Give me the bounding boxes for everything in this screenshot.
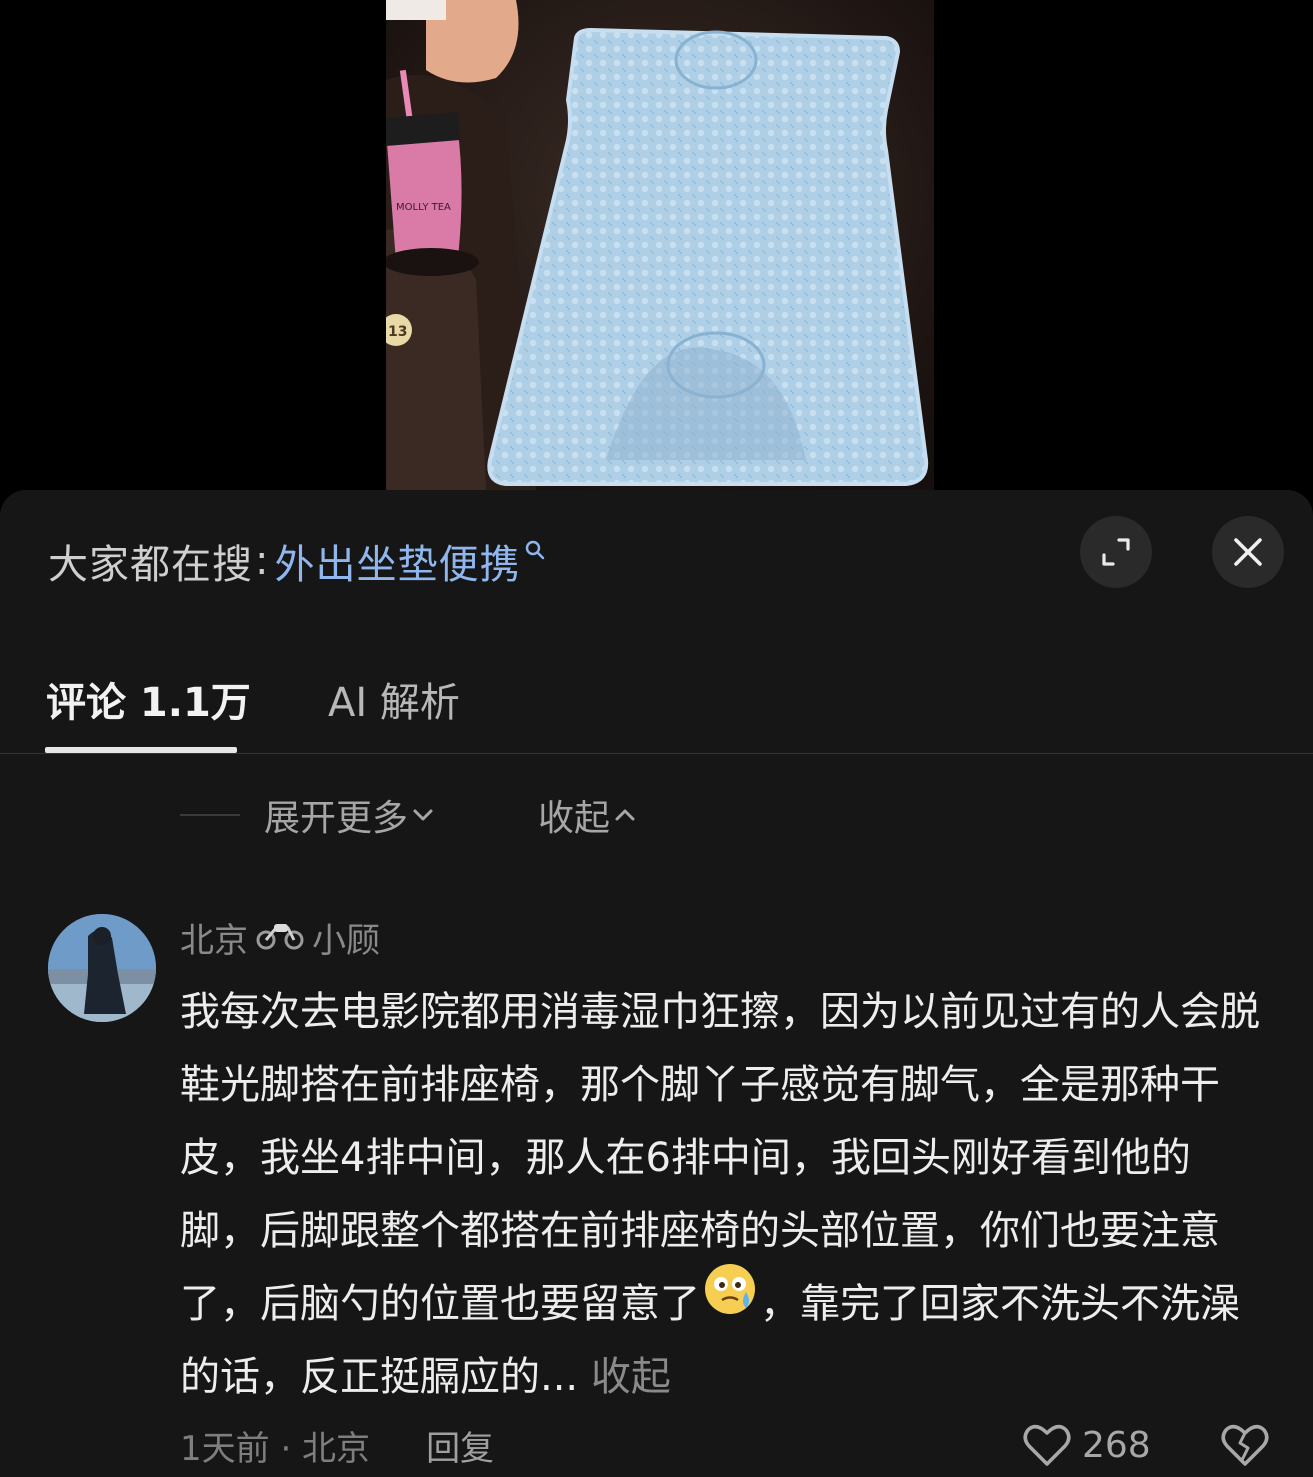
comment-meta: 1天前 · 北京 回复 268 xyxy=(180,1418,1280,1472)
collapse-label: 收起 xyxy=(538,798,611,839)
close-icon xyxy=(1234,538,1262,566)
expand-icon xyxy=(1102,538,1130,566)
close-button[interactable] xyxy=(1212,516,1284,588)
seat-cushion-photo: MOLLY TEA 13 xyxy=(386,0,934,490)
tab-comments[interactable]: 评论 1.1万 xyxy=(46,670,251,728)
comment-author[interactable]: 北京 小顾 xyxy=(180,910,380,964)
post-photo[interactable]: MOLLY TEA 13 xyxy=(386,0,934,490)
active-tab-indicator xyxy=(45,747,237,753)
trending-search-colon: : xyxy=(255,538,269,584)
svg-text:13: 13 xyxy=(388,324,407,340)
broken-heart-icon xyxy=(1221,1424,1269,1466)
heart-icon xyxy=(1023,1424,1071,1466)
expand-button[interactable] xyxy=(1080,516,1152,588)
avatar[interactable] xyxy=(48,914,156,1022)
comment-sheet: 大家都在搜 : 外出坐垫便携 评论 1.1万 AI 解析 展开更多 收起 北京 … xyxy=(0,490,1313,1477)
comment-collapse-link[interactable]: 收起 xyxy=(591,1354,671,1400)
dislike-button[interactable] xyxy=(1220,1422,1270,1472)
tab-ai-analysis[interactable]: AI 解析 xyxy=(328,670,460,728)
expand-more-label: 展开更多 xyxy=(264,798,409,839)
author-name: 小顾 xyxy=(312,920,380,961)
author-location: 北京 xyxy=(180,920,248,961)
teary-face-emoji-icon xyxy=(700,1262,760,1340)
trending-search-prefix: 大家都在搜 xyxy=(48,542,253,588)
reply-thread-controls: 展开更多 收起 xyxy=(180,790,640,840)
like-button[interactable]: 268 xyxy=(1022,1418,1151,1472)
like-count: 268 xyxy=(1082,1424,1151,1466)
collapse-button[interactable]: 收起 xyxy=(538,789,640,841)
comment-tabs: 评论 1.1万 AI 解析 xyxy=(0,640,1313,754)
reply-button[interactable]: 回复 xyxy=(426,1421,494,1470)
expand-more-button[interactable]: 展开更多 xyxy=(264,789,438,841)
svg-text:MOLLY TEA: MOLLY TEA xyxy=(396,202,451,213)
thread-divider xyxy=(180,814,240,816)
chevron-up-icon xyxy=(615,809,635,821)
comment-text: 我每次去电影院都用消毒湿巾狂擦，因为以前见过有的人会脱鞋光脚搭在前排座椅，那个脚… xyxy=(180,976,1270,1414)
motorcycle-icon xyxy=(256,920,304,954)
trending-search: 大家都在搜 : 外出坐垫便携 xyxy=(48,530,546,592)
search-icon[interactable] xyxy=(524,539,546,565)
comment-time-location: 1天前 · 北京 xyxy=(180,1428,371,1469)
chevron-down-icon xyxy=(413,809,433,821)
trending-search-link[interactable]: 外出坐垫便携 xyxy=(274,532,520,590)
